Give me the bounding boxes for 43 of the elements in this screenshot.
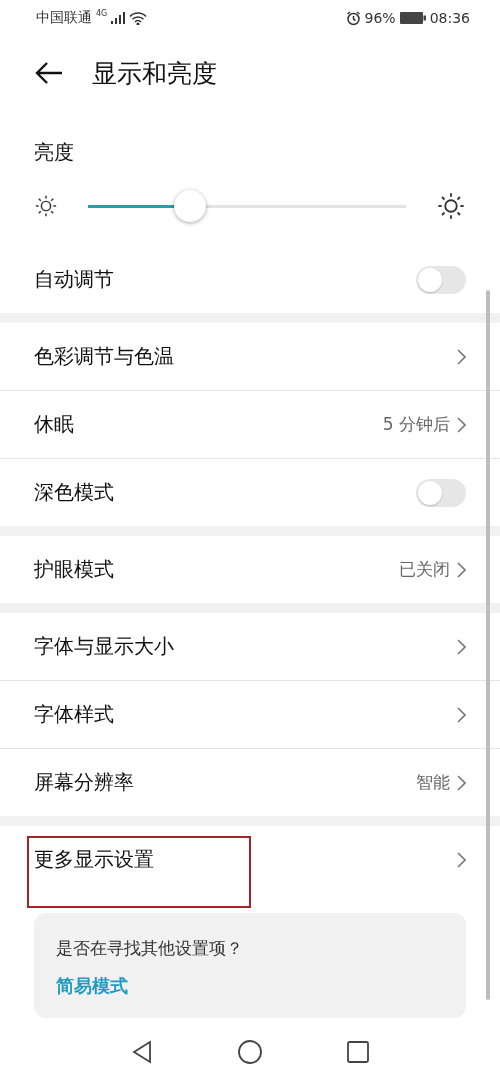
toggle-switch[interactable] bbox=[416, 265, 466, 294]
battery-percent: 96% bbox=[364, 10, 396, 26]
chevron-right-icon bbox=[456, 348, 466, 365]
setting-label: 屏幕分辨率 bbox=[34, 769, 135, 796]
setting-value: 已关闭 bbox=[399, 558, 450, 581]
wifi-icon bbox=[129, 11, 148, 25]
dim-sun-icon bbox=[34, 194, 58, 218]
signal-icon bbox=[111, 12, 126, 24]
back-arrow-icon[interactable] bbox=[34, 61, 64, 85]
chevron-right-icon bbox=[456, 561, 466, 578]
chevron-right-icon bbox=[456, 706, 466, 723]
home-nav-icon[interactable] bbox=[237, 1039, 263, 1065]
settings-row[interactable]: 字体与显示大小 bbox=[0, 613, 500, 680]
page-title: 显示和亮度 bbox=[92, 57, 217, 90]
chevron-right-icon bbox=[456, 638, 466, 655]
setting-label: 深色模式 bbox=[34, 479, 115, 506]
section-label: 亮度 bbox=[34, 139, 74, 166]
brightness-slider[interactable] bbox=[88, 190, 406, 222]
carrier-name: 中国联通 bbox=[36, 9, 92, 27]
bright-sun-icon bbox=[436, 191, 466, 221]
setting-label: 更多显示设置 bbox=[34, 846, 155, 873]
chevron-right-icon bbox=[456, 416, 466, 433]
setting-label: 字体样式 bbox=[34, 701, 115, 728]
settings-row[interactable]: 更多显示设置 bbox=[0, 826, 500, 893]
settings-row[interactable]: 护眼模式 已关闭 bbox=[0, 536, 500, 603]
alarm-clock-icon bbox=[345, 10, 361, 26]
slider-thumb[interactable] bbox=[173, 190, 206, 222]
settings-row[interactable]: 色彩调节与色温 bbox=[0, 323, 500, 390]
setting-label: 色彩调节与色温 bbox=[34, 343, 175, 370]
clock-time: 08:36 bbox=[429, 10, 470, 26]
network-type: 4G bbox=[96, 9, 108, 18]
toggle-switch[interactable] bbox=[416, 478, 466, 507]
setting-label: 休眠 bbox=[34, 411, 75, 438]
chevron-right-icon bbox=[456, 774, 466, 791]
setting-label: 自动调节 bbox=[34, 266, 115, 293]
battery-icon bbox=[399, 12, 426, 24]
setting-label: 护眼模式 bbox=[34, 556, 115, 583]
suggestion-question: 是否在寻找其他设置项？ bbox=[56, 937, 244, 960]
chevron-right-icon bbox=[456, 851, 466, 868]
setting-label: 字体与显示大小 bbox=[34, 633, 175, 660]
setting-value: 5 分钟后 bbox=[382, 413, 450, 436]
recents-nav-icon[interactable] bbox=[345, 1039, 371, 1065]
setting-value: 智能 bbox=[416, 771, 450, 794]
